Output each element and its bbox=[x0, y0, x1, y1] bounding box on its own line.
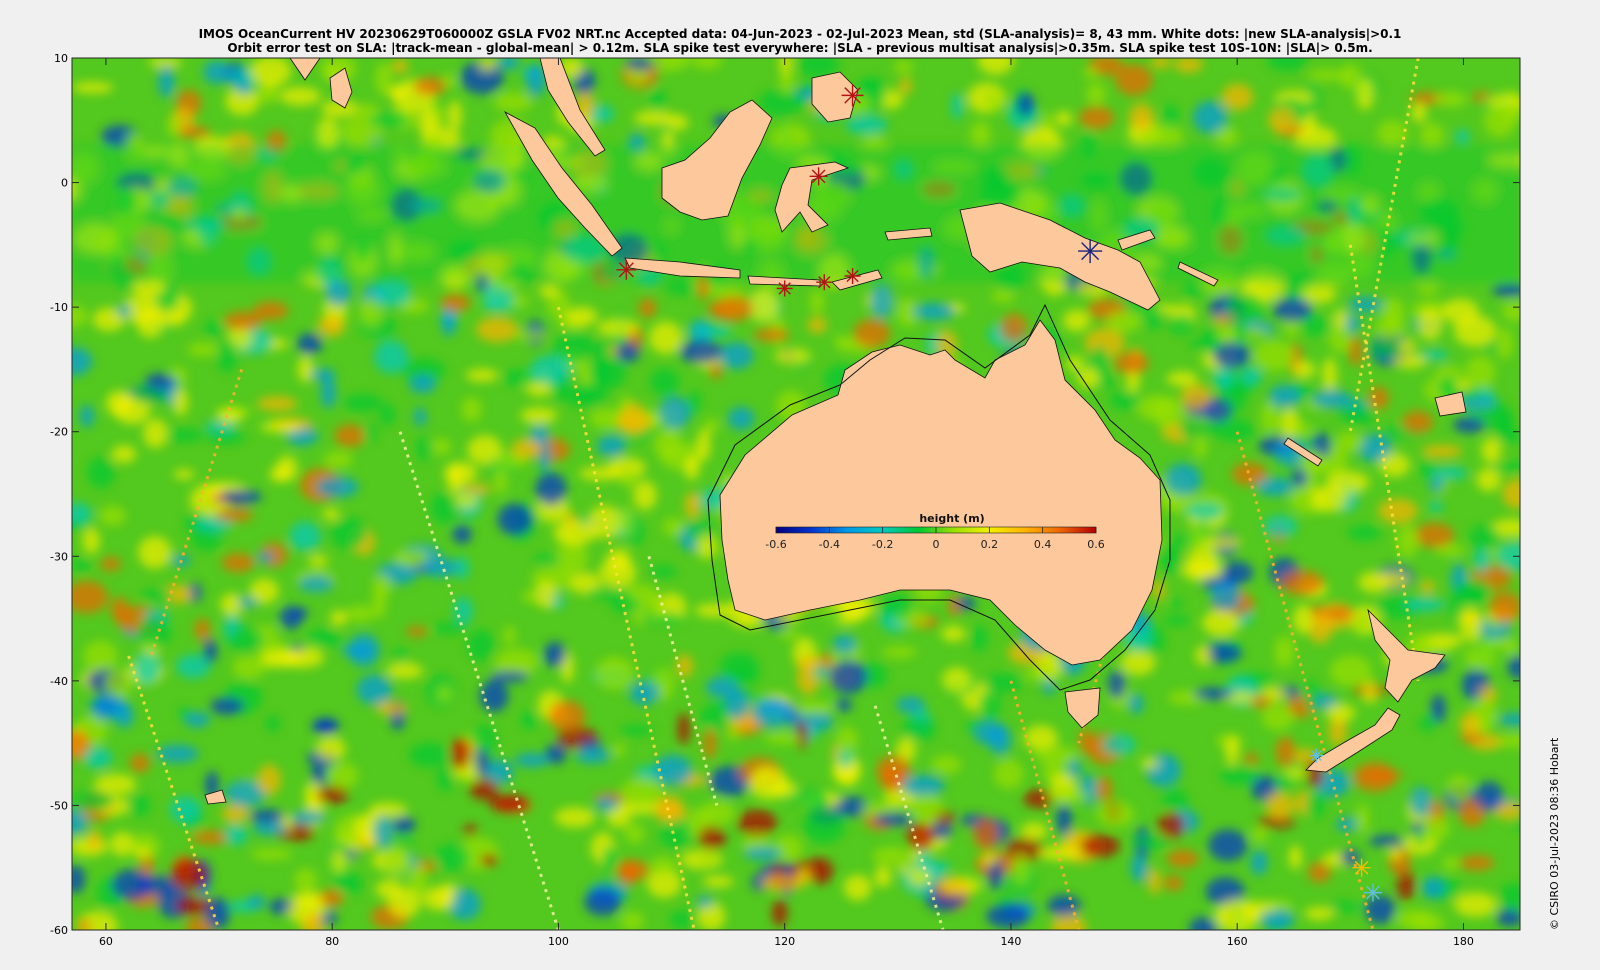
y-tick-label: -10 bbox=[50, 301, 68, 314]
x-tick-label: 160 bbox=[1227, 935, 1248, 948]
y-tick-label: -40 bbox=[50, 675, 68, 688]
x-tick-label: 140 bbox=[1000, 935, 1021, 948]
y-tick-label: -50 bbox=[50, 799, 68, 812]
map-figure: 60 80 100 120 140 160 180100-10-20-30-40-50-60… bbox=[50, 52, 1521, 948]
y-tick-label: -20 bbox=[50, 426, 68, 439]
colorbar-tick-label: -0.4 bbox=[819, 538, 840, 551]
colorbar-tick-label: -0.2 bbox=[872, 538, 893, 551]
map-plot-area bbox=[72, 58, 1520, 930]
colorbar-tick-label: 0.6 bbox=[1087, 538, 1105, 551]
x-tick-label: 60 bbox=[99, 935, 113, 948]
y-tick-label: -30 bbox=[50, 550, 68, 563]
x-tick-label: 80 bbox=[325, 935, 339, 948]
colorbar-tick-label: 0.4 bbox=[1034, 538, 1052, 551]
colorbar-tick-label: 0 bbox=[933, 538, 940, 551]
x-tick-label: 100 bbox=[548, 935, 569, 948]
y-tick-label: -60 bbox=[50, 924, 68, 937]
colorbar-tick-label: 0.2 bbox=[981, 538, 999, 551]
y-tick-label: 10 bbox=[54, 52, 68, 65]
x-tick-label: 180 bbox=[1453, 935, 1474, 948]
y-tick-label: 0 bbox=[61, 177, 68, 190]
copyright-credit: © CSIRO 03-Jul-2023 08:36 Hobart bbox=[1548, 737, 1561, 930]
x-tick-label: 120 bbox=[774, 935, 795, 948]
colorbar-title: height (m) bbox=[919, 512, 984, 525]
colorbar-tick-label: -0.6 bbox=[765, 538, 786, 551]
